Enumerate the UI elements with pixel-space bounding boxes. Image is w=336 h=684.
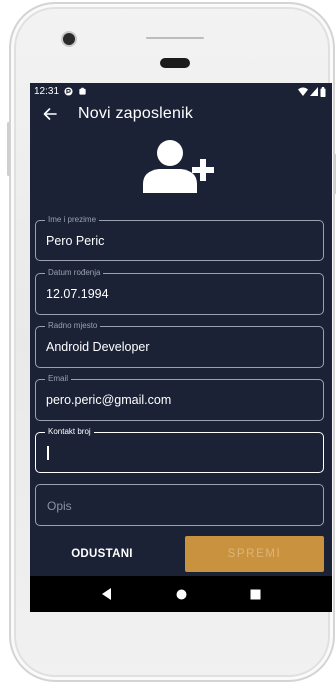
birth-date-field[interactable]: Datum rođenja 12.07.1994: [35, 268, 324, 315]
description-field[interactable]: Opis: [35, 484, 324, 526]
job-title-label: Radno mjesto: [45, 321, 101, 331]
full-name-label: Ime i prezime: [45, 215, 100, 225]
text-cursor: [47, 446, 49, 460]
description-placeholder: Opis: [47, 499, 72, 513]
contact-number-label: Kontakt broj: [45, 427, 94, 437]
nav-back-icon[interactable]: [97, 584, 117, 604]
full-name-field[interactable]: Ime i prezime Pero Peric: [35, 215, 324, 261]
earpiece-speaker: [160, 58, 190, 68]
page-title: Novi zaposlenik: [78, 105, 194, 122]
battery-icon: [320, 86, 326, 97]
app-bar: Novi zaposlenik: [30, 100, 332, 128]
back-arrow-icon[interactable]: [42, 106, 58, 122]
signal-icon: [310, 87, 318, 96]
email-field[interactable]: Email pero.peric@gmail.com: [35, 374, 324, 421]
pocket-casts-icon: [64, 87, 73, 96]
email-value: pero.peric@gmail.com: [46, 393, 172, 407]
job-title-field[interactable]: Radno mjesto Android Developer: [35, 321, 324, 368]
app-screen: 12:31 Novi zaposlenik Ime i prezime Pero…: [30, 83, 332, 612]
add-user-icon: [137, 135, 221, 195]
status-bar: 12:31: [30, 83, 332, 100]
email-label: Email: [45, 374, 72, 384]
cancel-button[interactable]: ODUSTANI: [42, 537, 162, 571]
full-name-value: Pero Peric: [46, 234, 105, 248]
nav-recents-icon[interactable]: [245, 584, 265, 604]
wifi-icon: [298, 87, 308, 96]
job-title-value: Android Developer: [46, 340, 150, 354]
birth-date-label: Datum rođenja: [45, 268, 104, 278]
contact-number-field[interactable]: Kontakt broj: [35, 427, 324, 473]
front-camera: [63, 33, 75, 45]
navigation-bar: [30, 576, 332, 612]
birth-date-value: 12.07.1994: [46, 287, 109, 301]
nav-home-icon[interactable]: [171, 584, 191, 604]
status-time: 12:31: [34, 86, 60, 97]
phone-chin: [30, 612, 306, 660]
volume-button: [7, 122, 10, 176]
save-button[interactable]: SPREMI: [185, 536, 324, 572]
notification-icon: [79, 87, 86, 95]
top-speaker-grille: [146, 37, 204, 39]
